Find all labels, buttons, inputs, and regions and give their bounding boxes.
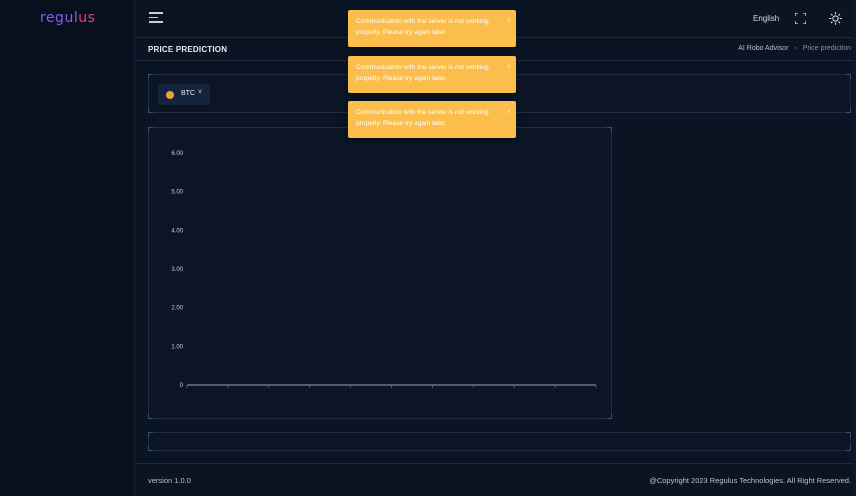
toast-message: Communication with the server is not wor…: [356, 18, 489, 36]
language-selector[interactable]: English: [753, 14, 779, 23]
breadcrumb-separator: ›: [794, 45, 797, 52]
price-chart: 0 1.00 2.00 3.00 4.00 5.00 6.00: [171, 151, 597, 389]
copyright-text: @Copyright 2023 Regulus Technologies. Al…: [649, 476, 851, 485]
chevron-down-icon: ˅: [198, 89, 203, 96]
coin-label: BTC: [181, 90, 195, 97]
bitcoin-icon: [166, 91, 174, 99]
error-toast: Communication with the server is not wor…: [348, 101, 516, 138]
breadcrumb-parent[interactable]: AI Robo Advisor: [738, 45, 788, 52]
y-tick-label: 4.00: [171, 228, 183, 234]
footer-divider: [135, 463, 856, 464]
version-text: version 1.0.0: [148, 476, 191, 485]
toast-message: Communication with the server is not wor…: [356, 109, 489, 127]
y-tick-label: 0: [180, 383, 184, 389]
fullscreen-icon[interactable]: [795, 13, 806, 24]
bottom-panel: [148, 432, 851, 451]
y-tick-label: 2.00: [171, 306, 183, 312]
breadcrumb: AI Robo Advisor › Price prediction: [738, 45, 851, 52]
toast-message: Communication with the server is not wor…: [356, 64, 489, 82]
page-title: PRICE PREDICTION: [148, 45, 228, 54]
regulus-logo[interactable]: regulus: [40, 10, 95, 26]
sidebar: regulus: [0, 0, 135, 496]
breadcrumb-current: Price prediction: [802, 45, 851, 52]
coin-dropdown-button[interactable]: BTC ˅: [158, 84, 210, 105]
error-toast: Communication with the server is not wor…: [348, 10, 516, 47]
sun-icon[interactable]: [829, 12, 842, 25]
y-tick-label: 5.00: [171, 190, 183, 196]
logo-text-tail: us: [78, 10, 96, 26]
y-tick-label: 1.00: [171, 344, 183, 350]
close-icon[interactable]: ×: [506, 61, 511, 72]
y-tick-label: 3.00: [171, 267, 183, 273]
price-chart-card: 0 1.00 2.00 3.00 4.00 5.00 6.00: [148, 127, 612, 419]
close-icon[interactable]: ×: [506, 106, 511, 117]
hamburger-icon[interactable]: [149, 12, 163, 24]
close-icon[interactable]: ×: [506, 15, 511, 26]
logo-text: regul: [40, 10, 79, 26]
error-toast: Communication with the server is not wor…: [348, 56, 516, 93]
y-tick-label: 6.00: [171, 151, 183, 157]
